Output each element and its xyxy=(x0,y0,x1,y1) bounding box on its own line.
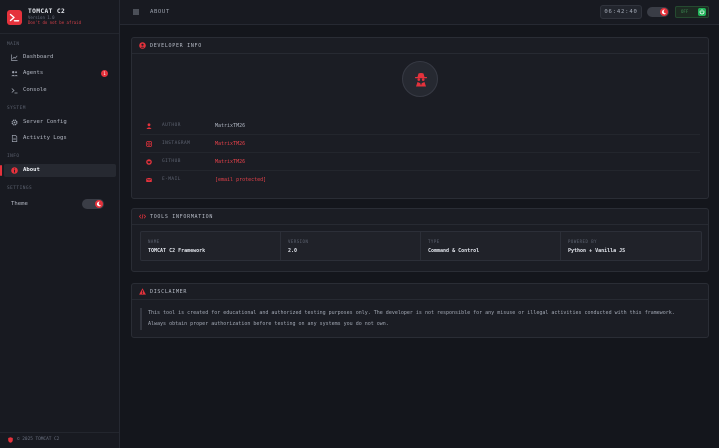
tool-cell-powered-by: POWERED BY Python + Vanilla JS xyxy=(561,232,701,260)
theme-toggle[interactable] xyxy=(82,199,104,209)
tool-type-value: Command & Control xyxy=(428,248,480,254)
section-label-info: INFO xyxy=(7,154,20,159)
sidebar-item-label: About xyxy=(23,167,40,173)
card-title: TOOLS INFORMATION xyxy=(150,214,214,220)
server-status-toggle[interactable]: OFF xyxy=(675,6,709,18)
power-icon xyxy=(698,8,706,16)
chart-line-icon xyxy=(11,54,18,61)
warning-icon xyxy=(139,288,146,295)
info-row-author: AUTHOR MatrixTM26 xyxy=(140,117,700,135)
author-value: MatrixTM26 xyxy=(215,123,246,129)
sidebar-item-about[interactable]: About xyxy=(0,164,116,177)
github-icon xyxy=(146,159,152,165)
card-header: DEVELOPER INFO xyxy=(132,38,708,54)
hamburger-menu-icon[interactable] xyxy=(132,8,140,16)
sidebar-item-label: Server Config xyxy=(23,119,67,125)
terminal-prompt-icon xyxy=(11,87,18,94)
page-title: ABOUT xyxy=(150,9,170,15)
email-link[interactable]: [email protected] xyxy=(215,177,266,183)
developer-info-card: DEVELOPER INFO AUTHOR MatrixTM26 INSTAGR… xyxy=(131,37,709,199)
info-key: GITHUB xyxy=(162,159,181,164)
sidebar: TOMCAT C2 Version 1.0 Don't do not be af… xyxy=(0,0,120,448)
card-title: DEVELOPER INFO xyxy=(150,43,202,49)
info-key: E-MAIL xyxy=(162,177,181,182)
shield-icon xyxy=(8,437,13,443)
sidebar-item-label: Dashboard xyxy=(23,54,54,60)
users-icon xyxy=(11,70,18,77)
disclaimer-line: Always obtain proper authorization befor… xyxy=(148,320,389,327)
info-row-instagram[interactable]: INSTAGRAM MatrixTM26 xyxy=(140,135,700,153)
tool-powered-value: Python + Vanilla JS xyxy=(568,248,626,254)
tools-information-card: TOOLS INFORMATION NAME TOMCAT C2 Framewo… xyxy=(131,208,709,272)
app-tagline: Don't do not be afraid xyxy=(28,20,81,25)
card-header: DISCLAIMER xyxy=(132,284,708,300)
tools-info-grid: NAME TOMCAT C2 Framework VERSION 2.0 TYP… xyxy=(140,231,702,261)
divider xyxy=(0,432,119,433)
info-row-github[interactable]: GITHUB MatrixTM26 xyxy=(140,153,700,171)
topbar: ABOUT 06:42:40 OFF xyxy=(120,0,719,25)
tool-cell-name: NAME TOMCAT C2 Framework xyxy=(141,232,281,260)
sidebar-item-label: Activity Logs xyxy=(23,135,67,141)
avatar xyxy=(402,61,438,97)
clock-display: 06:42:40 xyxy=(600,5,642,19)
theme-label: Theme xyxy=(11,201,28,207)
envelope-icon xyxy=(146,177,152,183)
sidebar-item-console[interactable]: Console xyxy=(4,84,116,97)
app-name: TOMCAT C2 xyxy=(28,8,66,15)
moon-icon xyxy=(660,8,668,16)
copyright-text: © 2025 TOMCAT C2 xyxy=(17,437,60,442)
section-label-system: SYSTEM xyxy=(7,106,26,111)
tool-cell-version: VERSION 2.0 xyxy=(281,232,421,260)
tool-key: POWERED BY xyxy=(568,239,598,244)
terminal-icon xyxy=(7,10,22,25)
status-text: OFF xyxy=(681,9,689,14)
disclaimer-text: This tool is created for educational and… xyxy=(140,308,702,330)
section-label-main: MAIN xyxy=(7,42,20,47)
tool-key: VERSION xyxy=(288,239,309,244)
instagram-icon xyxy=(146,141,152,147)
tool-version-value: 2.0 xyxy=(288,248,298,254)
sidebar-item-activity-logs[interactable]: Activity Logs xyxy=(4,132,116,145)
tool-name-value: TOMCAT C2 Framework xyxy=(148,248,206,254)
github-link[interactable]: MatrixTM26 xyxy=(215,159,245,165)
sidebar-item-label: Console xyxy=(23,87,47,93)
info-row-email[interactable]: E-MAIL [email protected] xyxy=(140,171,700,189)
card-header: TOOLS INFORMATION xyxy=(132,209,708,225)
tool-key: TYPE xyxy=(428,239,440,244)
agents-count-badge: 1 xyxy=(101,70,108,77)
info-circle-icon xyxy=(11,167,18,174)
sidebar-item-agents[interactable]: Agents 1 xyxy=(4,67,116,80)
user-icon xyxy=(146,123,152,129)
info-key: AUTHOR xyxy=(162,123,181,128)
brand: TOMCAT C2 Version 1.0 Don't do not be af… xyxy=(7,8,119,26)
instagram-link[interactable]: MatrixTM26 xyxy=(215,141,245,147)
document-icon xyxy=(11,135,18,142)
tool-cell-type: TYPE Command & Control xyxy=(421,232,561,260)
sidebar-item-server-config[interactable]: Server Config xyxy=(4,116,116,129)
user-circle-icon xyxy=(139,42,146,49)
spy-icon xyxy=(414,72,428,87)
code-icon xyxy=(139,213,146,220)
moon-icon xyxy=(95,200,103,208)
active-indicator xyxy=(0,165,2,176)
disclaimer-line: This tool is created for educational and… xyxy=(148,310,675,316)
sidebar-item-label: Agents xyxy=(23,70,44,76)
tool-key: NAME xyxy=(148,239,160,244)
card-title: DISCLAIMER xyxy=(150,289,188,295)
gear-icon xyxy=(11,119,18,126)
sidebar-item-dashboard[interactable]: Dashboard xyxy=(4,51,116,64)
section-label-settings: SETTINGS xyxy=(7,186,33,191)
disclaimer-card: DISCLAIMER This tool is created for educ… xyxy=(131,283,709,338)
header-theme-toggle[interactable] xyxy=(647,7,669,17)
info-key: INSTAGRAM xyxy=(162,141,191,146)
divider xyxy=(0,33,119,34)
